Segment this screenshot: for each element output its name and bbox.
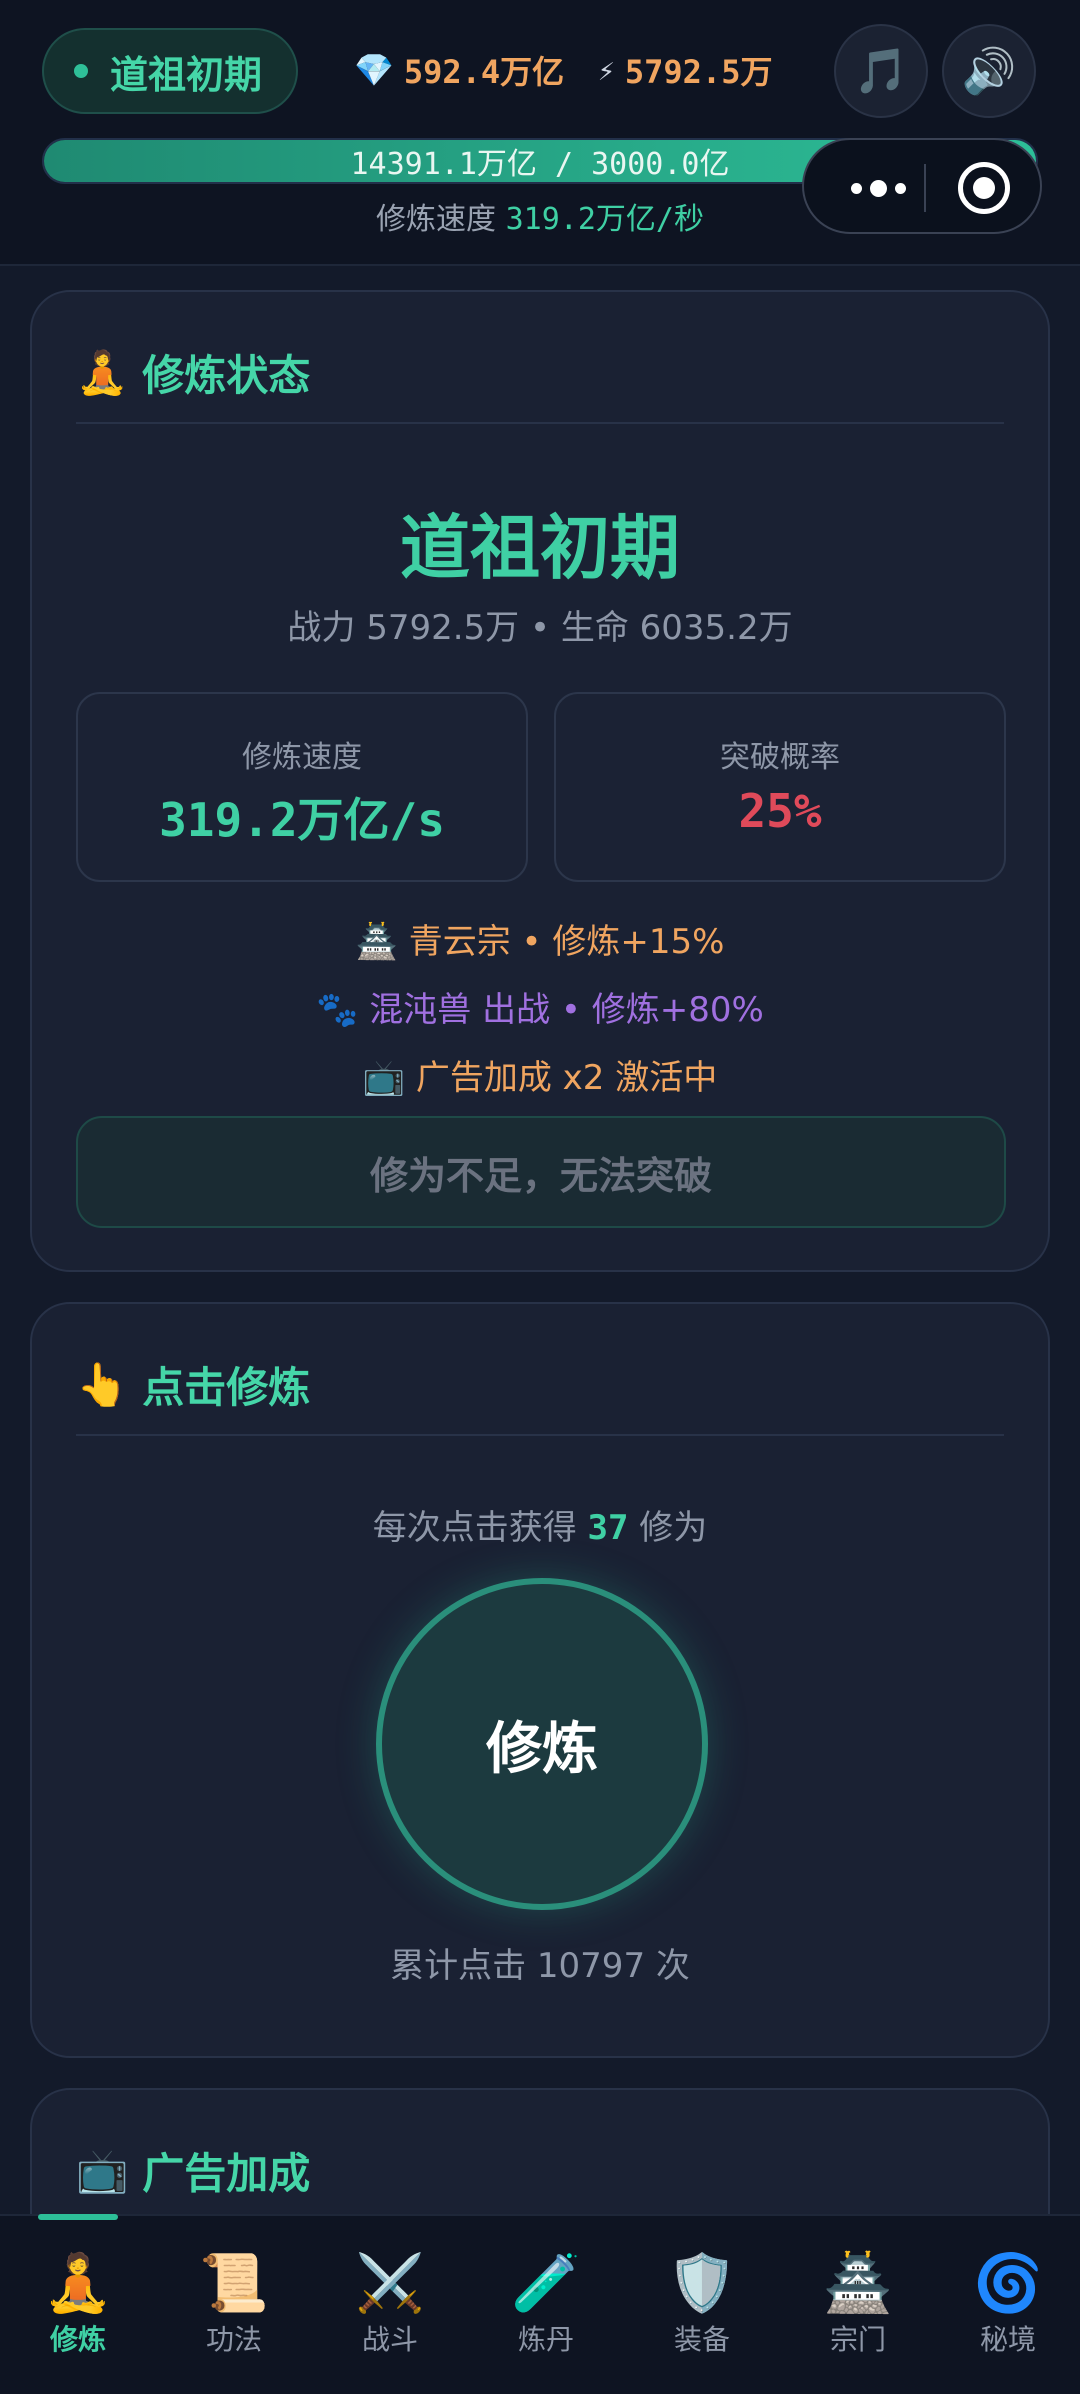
gem-icon: 💎	[354, 51, 394, 89]
card-title: 🧘 修炼状态	[76, 342, 310, 403]
cultivation-status-card: 🧘 修炼状态 道祖初期 战力 5792.5万 • 生命 6035.2万 修炼速度…	[30, 290, 1050, 1272]
spirit-stone-value: 592.4万亿	[403, 53, 565, 91]
card-title: 👆 点击修炼	[76, 1354, 310, 1415]
nav-tab-secret-realm[interactable]: 🌀 秘境	[936, 2252, 1080, 2358]
breakthrough-button[interactable]: 修为不足，无法突破	[76, 1116, 1006, 1228]
miniprogram-capsule	[802, 138, 1042, 234]
card-title-text: 修炼状态	[142, 351, 311, 400]
shield-icon: 🛡️	[667, 2251, 737, 2316]
more-options-button[interactable]	[838, 168, 918, 208]
click-gain-info: 每次点击获得 37 修为	[32, 1500, 1048, 1549]
nav-tab-label: 装备	[673, 2323, 730, 2356]
nav-tab-equipment[interactable]: 🛡️ 装备	[624, 2252, 780, 2358]
dot	[850, 182, 862, 194]
click-gain-value: 37	[587, 1508, 629, 1548]
divider	[76, 1434, 1004, 1436]
nav-tab-label: 宗门	[829, 2323, 886, 2356]
nav-tab-cultivate[interactable]: 🧘 修炼	[0, 2252, 156, 2358]
tv-icon: 📺	[76, 2145, 129, 2195]
music-button[interactable]: 🎵	[834, 24, 928, 118]
nav-tab-label: 战斗	[361, 2323, 418, 2356]
breakthrough-stat-label: 突破概率	[720, 740, 840, 775]
speed-stat-label: 修炼速度	[242, 740, 362, 775]
dot	[894, 182, 906, 194]
nav-tab-label: 秘境	[979, 2323, 1036, 2356]
status-dot	[74, 64, 88, 78]
ad-bonus-status: 📺 广告加成 x2 激活中	[362, 1058, 718, 1098]
nav-tab-techniques[interactable]: 📜 功法	[156, 2252, 312, 2358]
test-tube-icon: 🧪	[511, 2251, 581, 2316]
divider	[76, 422, 1004, 424]
breakthrough-stat-box: 突破概率 25%	[554, 692, 1006, 882]
card-title-text: 广告加成	[142, 2149, 311, 2198]
nav-tab-alchemy[interactable]: 🧪 炼丹	[468, 2252, 624, 2358]
dot	[869, 179, 887, 197]
nav-tab-sect[interactable]: 🏯 宗门	[780, 2252, 936, 2358]
nav-tab-battle[interactable]: ⚔️ 战斗	[312, 2252, 468, 2358]
nav-tab-label: 炼丹	[517, 2323, 574, 2356]
speed-stat-value: 319.2万亿/s	[159, 793, 445, 847]
bottom-navigation: 🧘 修炼 📜 功法 ⚔️ 战斗 🧪 炼丹 🛡️ 装备 🏯 宗门 🌀 秘境	[0, 2214, 1080, 2394]
meditation-icon: 🧘	[43, 2251, 113, 2316]
spirit-stone-counter: 💎 592.4万亿	[354, 48, 564, 92]
click-gain-suffix: 修为	[639, 1508, 708, 1548]
nav-tab-label: 功法	[205, 2323, 262, 2356]
music-icon: 🎵	[853, 46, 909, 97]
meditation-icon: 🧘	[76, 347, 129, 397]
close-miniprogram-button[interactable]	[958, 162, 1010, 214]
swirl-icon: 🌀	[973, 2251, 1043, 2316]
pointing-hand-icon: 👆	[76, 1359, 129, 1409]
click-cultivation-card: 👆 点击修炼 每次点击获得 37 修为 修炼 累计点击 10797 次	[30, 1302, 1050, 2058]
top-header: 道祖初期 💎 592.4万亿 ⚡ 5792.5万 🎵 🔊 14391.1万亿 /…	[0, 0, 1080, 266]
card-title: 📺 广告加成	[76, 2140, 310, 2201]
power-counter: ⚡ 5792.5万	[598, 48, 772, 92]
pet-bonus: 🐾 混沌兽 出战 • 修炼+80%	[316, 990, 764, 1030]
castle-icon: 🏯	[823, 2251, 893, 2316]
total-clicks: 累计点击 10797 次	[390, 1946, 690, 1986]
sect-bonus: 🏯 青云宗 • 修炼+15%	[355, 922, 725, 962]
current-realm: 道祖初期	[400, 506, 680, 589]
power-value: 5792.5万	[624, 53, 773, 91]
speaker-icon: 🔊	[961, 46, 1017, 97]
crossed-swords-icon: ⚔️	[355, 2251, 425, 2316]
cultivate-button[interactable]: 修炼	[376, 1578, 708, 1910]
nav-tab-label: 修炼	[49, 2323, 106, 2356]
sound-button[interactable]: 🔊	[942, 24, 1036, 118]
capsule-divider	[924, 164, 926, 212]
header-speed-label: 修炼速度	[376, 202, 497, 237]
breakthrough-stat-value: 25%	[738, 784, 822, 838]
click-gain-prefix: 每次点击获得	[372, 1508, 577, 1548]
realm-badge-label: 道祖初期	[110, 51, 263, 97]
combat-stats: 战力 5792.5万 • 生命 6035.2万	[287, 608, 793, 648]
active-tab-indicator	[38, 2214, 118, 2220]
lightning-icon: ⚡	[598, 53, 615, 87]
scroll-icon: 📜	[199, 2251, 269, 2316]
header-speed-value: 319.2万亿/秒	[505, 202, 704, 237]
speed-stat-box: 修炼速度 319.2万亿/s	[76, 692, 528, 882]
card-title-text: 点击修炼	[142, 1363, 311, 1412]
realm-badge[interactable]: 道祖初期	[42, 28, 298, 114]
